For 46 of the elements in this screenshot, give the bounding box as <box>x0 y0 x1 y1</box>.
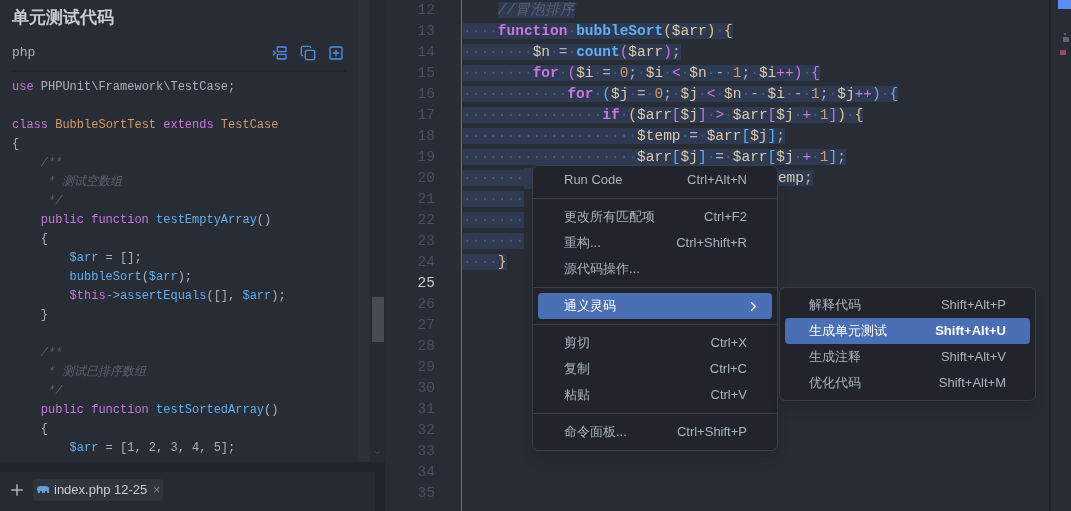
code-line: */ <box>47 384 63 398</box>
code-line: class BubbleSortTest extends TestCase <box>12 118 279 132</box>
line-number: 25 <box>417 275 435 291</box>
code-line: } <box>39 308 48 322</box>
menu-item[interactable]: 命令面板... Ctrl+Shift+P <box>538 419 772 445</box>
code-line: ····················$arr[$j]·=·$arr[$j·+·1]; <box>463 149 846 165</box>
menu-item[interactable]: 通义灵码 <box>538 293 772 319</box>
menu-item[interactable]: 剪切 Ctrl+X <box>538 330 772 356</box>
code-line: public function testEmptyArray() <box>39 213 272 227</box>
menu-item[interactable]: 生成单元测试 Shift+Alt+U <box>785 318 1030 344</box>
code-line: ········$n·=·count($arr); <box>463 44 681 60</box>
code-line: $this->assertEquals([], $arr); <box>68 289 286 303</box>
code-line: /** <box>39 346 63 360</box>
panel-title: 单元测试代码 <box>12 7 115 30</box>
menu-item[interactable]: 解释代码 Shift+Alt+P <box>785 292 1030 318</box>
code-line: bubbleSort($arr); <box>68 270 193 284</box>
add-icon[interactable] <box>328 45 344 61</box>
elephant-icon <box>36 485 50 495</box>
menu-item[interactable]: 粘贴 Ctrl+V <box>538 382 772 408</box>
copy-icon[interactable] <box>300 45 316 61</box>
code-line: ············for·($j·=·0;·$j·<·$n·-·$i·-·1;·$j++)·{ <box>463 86 899 102</box>
menu-item[interactable]: 复制 Ctrl+C <box>538 356 772 382</box>
code-line: use PHPUnit\Framework\TestCase; <box>12 80 236 94</box>
plus-icon <box>8 481 26 499</box>
code-line: /** <box>39 156 63 170</box>
code-line: { <box>39 422 48 436</box>
menu-item[interactable]: 优化代码 Shift+Alt+M <box>785 370 1030 396</box>
code-line: $arr = []; <box>68 251 142 265</box>
code-line: ········for·($i·=·0;·$i·<·$n·-·1;·$i++)·{ <box>463 65 820 81</box>
code-line: { <box>39 232 48 246</box>
file-tab[interactable]: index.php 12-25 × <box>33 479 164 501</box>
menu-item[interactable]: 更改所有匹配项 Ctrl+F2 <box>538 204 772 230</box>
scrollbar-thumb[interactable] <box>372 297 384 342</box>
code-line: ················if·($arr[$j]·>·$arr[$j·+·1])·{ <box>463 107 864 123</box>
code-line: */ <box>47 194 63 208</box>
menu-item[interactable]: 源代码操作... <box>538 256 772 282</box>
code-line: public function testSortedArray() <box>39 403 279 417</box>
code-line: ····} <box>463 254 507 270</box>
menu-item[interactable]: 生成注释 Shift+Alt+V <box>785 344 1030 370</box>
code-line: ····function·bubbleSort($arr)·{ <box>463 23 733 39</box>
code-line: $arr = [1, 2, 3, 4, 5]; <box>68 441 236 455</box>
insert-icon[interactable] <box>272 45 288 61</box>
menu-item[interactable]: 重构... Ctrl+Shift+R <box>538 230 772 256</box>
language-label: php <box>12 44 36 63</box>
code-line: { <box>12 137 20 151</box>
code-line: ····················$temp·=·$arr[$j]; <box>463 128 785 144</box>
